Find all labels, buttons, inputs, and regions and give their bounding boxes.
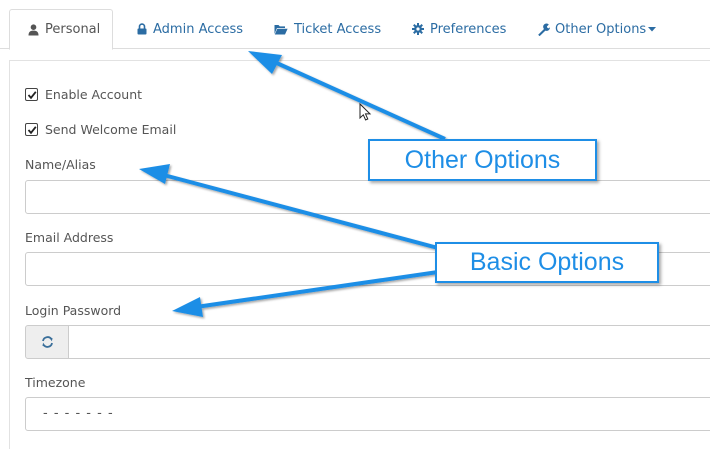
annotation-arrows <box>139 51 446 317</box>
arrow-name-alias <box>159 172 439 250</box>
basic-options-callout: Basic Options <box>435 242 659 283</box>
arrow-other-options <box>269 58 446 141</box>
other-options-callout: Other Options <box>368 139 597 181</box>
arrow-login-password <box>195 270 439 309</box>
